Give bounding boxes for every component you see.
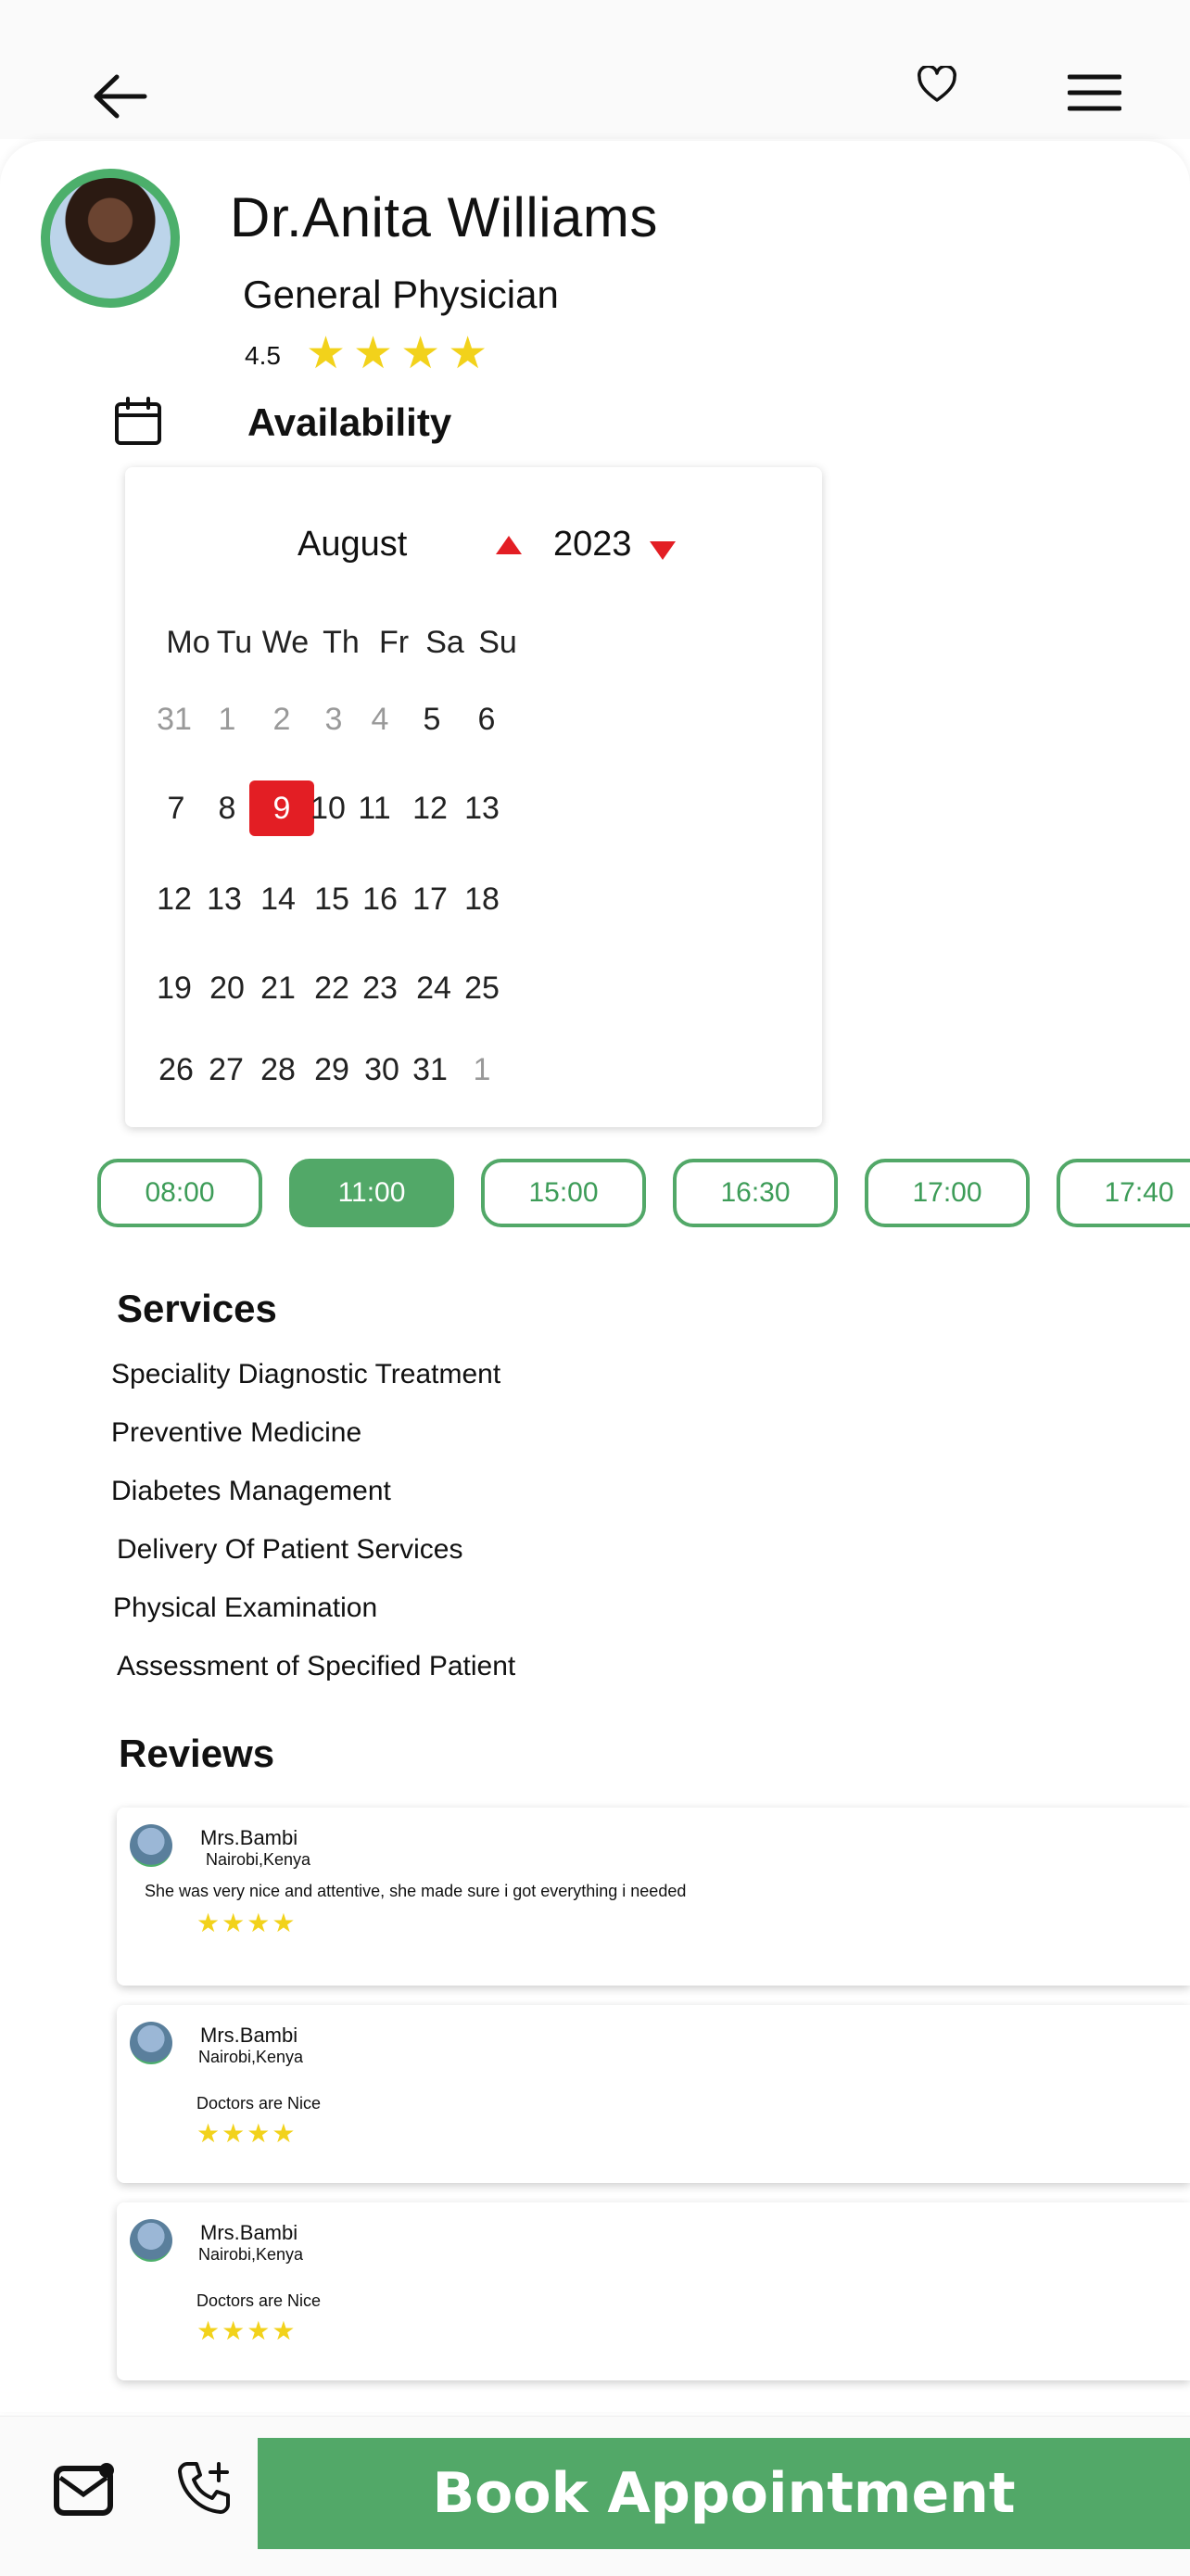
mail-icon[interactable] bbox=[52, 2458, 119, 2519]
calendar-year[interactable]: 2023 bbox=[553, 525, 632, 565]
reviewer-avatar bbox=[130, 1824, 172, 1867]
star-icon: ★ bbox=[222, 2119, 246, 2148]
time-slot-button[interactable]: 16:30 bbox=[673, 1159, 838, 1227]
doctor-avatar bbox=[41, 169, 180, 308]
reviewer-avatar bbox=[130, 2219, 172, 2262]
review-card: Mrs.Bambi Nairobi,Kenya Doctors are Nice ★ ★… bbox=[117, 2005, 1190, 2183]
review-stars: ★ ★ ★ ★ bbox=[196, 2317, 295, 2345]
reviews-title: Reviews bbox=[119, 1732, 275, 1775]
calendar-day[interactable]: 6 bbox=[454, 692, 519, 747]
star-icon: ★ bbox=[247, 2119, 271, 2148]
calendar-month[interactable]: August bbox=[298, 525, 407, 565]
time-slot-button[interactable]: 17:00 bbox=[865, 1159, 1030, 1227]
previous-month-triangle-icon[interactable] bbox=[496, 536, 522, 554]
rating-stars: ★ ★ ★ ★ bbox=[306, 328, 487, 380]
calendar-day[interactable]: 18 bbox=[449, 871, 514, 927]
top-bar bbox=[0, 0, 1190, 139]
menu-icon[interactable] bbox=[1068, 72, 1121, 113]
review-card: Mrs.Bambi Nairobi,Kenya She was very nice … bbox=[117, 1808, 1190, 1986]
book-appointment-button[interactable]: Book Appointment bbox=[258, 2438, 1190, 2549]
review-text: She was very nice and attentive, she mad… bbox=[145, 1882, 687, 1900]
star-icon: ★ bbox=[196, 1909, 221, 1937]
star-icon: ★ bbox=[247, 1909, 271, 1937]
services-title: Services bbox=[117, 1287, 277, 1330]
calendar-day[interactable]: 13 bbox=[449, 780, 514, 836]
doctor-specialty: General Physician bbox=[243, 273, 559, 316]
star-icon: ★ bbox=[400, 329, 441, 378]
service-item: Speciality Diagnostic Treatment bbox=[111, 1359, 501, 1390]
service-item: Physical Examination bbox=[113, 1593, 378, 1623]
star-icon: ★ bbox=[196, 2316, 221, 2345]
review-card: Mrs.Bambi Nairobi,Kenya Doctors are Nice ★ ★… bbox=[117, 2202, 1190, 2380]
reviewer-location: Nairobi,Kenya bbox=[198, 2245, 304, 2264]
service-item: Preventive Medicine bbox=[111, 1417, 362, 1448]
star-icon: ★ bbox=[353, 329, 394, 378]
star-icon: ★ bbox=[196, 2119, 221, 2148]
reviewer-location: Nairobi,Kenya bbox=[206, 1850, 311, 1869]
star-icon: ★ bbox=[306, 329, 347, 378]
star-icon: ★ bbox=[222, 2316, 246, 2345]
reviewer-name: Mrs.Bambi bbox=[200, 2221, 298, 2244]
rating-value: 4.5 bbox=[245, 341, 281, 370]
star-icon: ★ bbox=[272, 2316, 296, 2345]
reviewer-avatar bbox=[130, 2022, 172, 2064]
phone-add-icon[interactable] bbox=[174, 2456, 235, 2518]
star-icon: ★ bbox=[247, 2316, 271, 2345]
time-slot-button[interactable]: 17:40 bbox=[1057, 1159, 1190, 1227]
availability-label: Availability bbox=[247, 400, 452, 444]
reviewer-name: Mrs.Bambi bbox=[200, 2024, 298, 2047]
doctor-name: Dr.Anita Williams bbox=[230, 186, 658, 248]
time-slot-button[interactable]: 11:00 bbox=[289, 1159, 454, 1227]
reviewer-name: Mrs.Bambi bbox=[200, 1826, 298, 1849]
calendar-day[interactable]: 1 bbox=[449, 1042, 514, 1098]
time-slot-button[interactable]: 08:00 bbox=[97, 1159, 262, 1227]
time-slot-button[interactable]: 15:00 bbox=[481, 1159, 646, 1227]
calendar: August 2023 Mo Tu We Th Fr Sa Su 31 1 2 3 4 5 6 7 8 9 10 1… bbox=[125, 467, 822, 1127]
calendar-icon bbox=[113, 397, 163, 451]
star-icon: ★ bbox=[448, 329, 488, 378]
star-icon: ★ bbox=[272, 2119, 296, 2148]
service-item: Diabetes Management bbox=[111, 1476, 391, 1506]
star-icon: ★ bbox=[272, 1909, 296, 1937]
review-stars: ★ ★ ★ ★ bbox=[196, 1910, 295, 1937]
back-arrow-icon[interactable] bbox=[91, 70, 150, 122]
calendar-day[interactable]: 25 bbox=[449, 960, 514, 1016]
star-icon: ★ bbox=[222, 1909, 246, 1937]
reviewer-location: Nairobi,Kenya bbox=[198, 2048, 304, 2066]
next-year-triangle-icon[interactable] bbox=[650, 541, 676, 560]
weekday-label: Su bbox=[478, 625, 517, 660]
heart-icon[interactable] bbox=[916, 63, 958, 106]
review-text: Doctors are Nice bbox=[196, 2291, 322, 2310]
doctor-photo bbox=[50, 178, 171, 298]
service-item: Delivery Of Patient Services bbox=[117, 1534, 463, 1565]
review-text: Doctors are Nice bbox=[196, 2094, 322, 2113]
review-stars: ★ ★ ★ ★ bbox=[196, 2120, 295, 2148]
service-item: Assessment of Specified Patient bbox=[117, 1651, 516, 1681]
